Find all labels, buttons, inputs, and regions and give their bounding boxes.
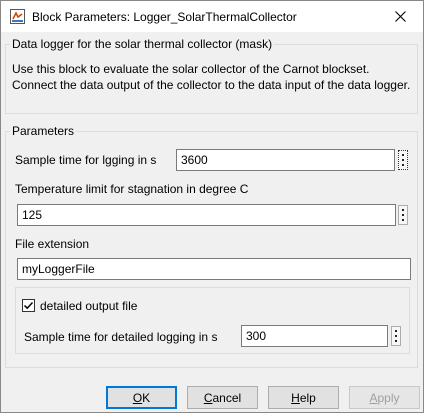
detailed-sample-more-button[interactable] — [391, 326, 401, 346]
cancel-button[interactable]: Cancel — [187, 386, 258, 409]
window-title: Block Parameters: Logger_SolarThermalCol… — [32, 10, 297, 24]
cancel-button-label: Cancel — [203, 390, 242, 405]
mask-group-title: Data logger for the solar thermal collec… — [10, 37, 275, 51]
apply-button[interactable]: Apply — [349, 386, 420, 409]
sample-time-more-button[interactable] — [398, 150, 408, 170]
temp-limit-label: Temperature limit for stagnation in degr… — [15, 182, 249, 196]
ok-button[interactable]: OK — [106, 386, 177, 409]
checkmark-icon — [23, 301, 34, 310]
mask-description: Use this block to evaluate the solar col… — [12, 62, 411, 92]
simulink-block-icon — [10, 9, 25, 24]
help-button[interactable]: Help — [268, 386, 339, 409]
help-button-label: Help — [291, 390, 316, 405]
vertical-ellipsis-icon — [395, 330, 397, 342]
title-bar[interactable]: Block Parameters: Logger_SolarThermalCol… — [1, 1, 423, 32]
ok-button-label: OK — [132, 390, 151, 405]
sample-time-label: Sample time for lgging in s — [15, 153, 157, 167]
parameters-group-title: Parameters — [10, 124, 77, 138]
close-button[interactable] — [377, 1, 423, 32]
temp-limit-input[interactable] — [17, 204, 396, 226]
apply-button-label: Apply — [369, 390, 400, 405]
detailed-sample-input[interactable] — [241, 325, 388, 347]
detailed-output-label[interactable]: detailed output file — [40, 299, 137, 313]
vertical-ellipsis-icon — [402, 154, 404, 166]
file-extension-label: File extension — [15, 237, 90, 251]
vertical-ellipsis-icon — [402, 209, 404, 221]
detailed-output-checkbox[interactable] — [22, 299, 35, 312]
block-parameters-dialog: Block Parameters: Logger_SolarThermalCol… — [0, 0, 424, 413]
temp-limit-more-button[interactable] — [398, 205, 408, 225]
close-icon — [394, 11, 406, 22]
sample-time-input[interactable] — [176, 149, 395, 171]
detailed-sample-label: Sample time for detailed logging in s — [24, 330, 218, 344]
file-extension-input[interactable] — [17, 258, 411, 280]
